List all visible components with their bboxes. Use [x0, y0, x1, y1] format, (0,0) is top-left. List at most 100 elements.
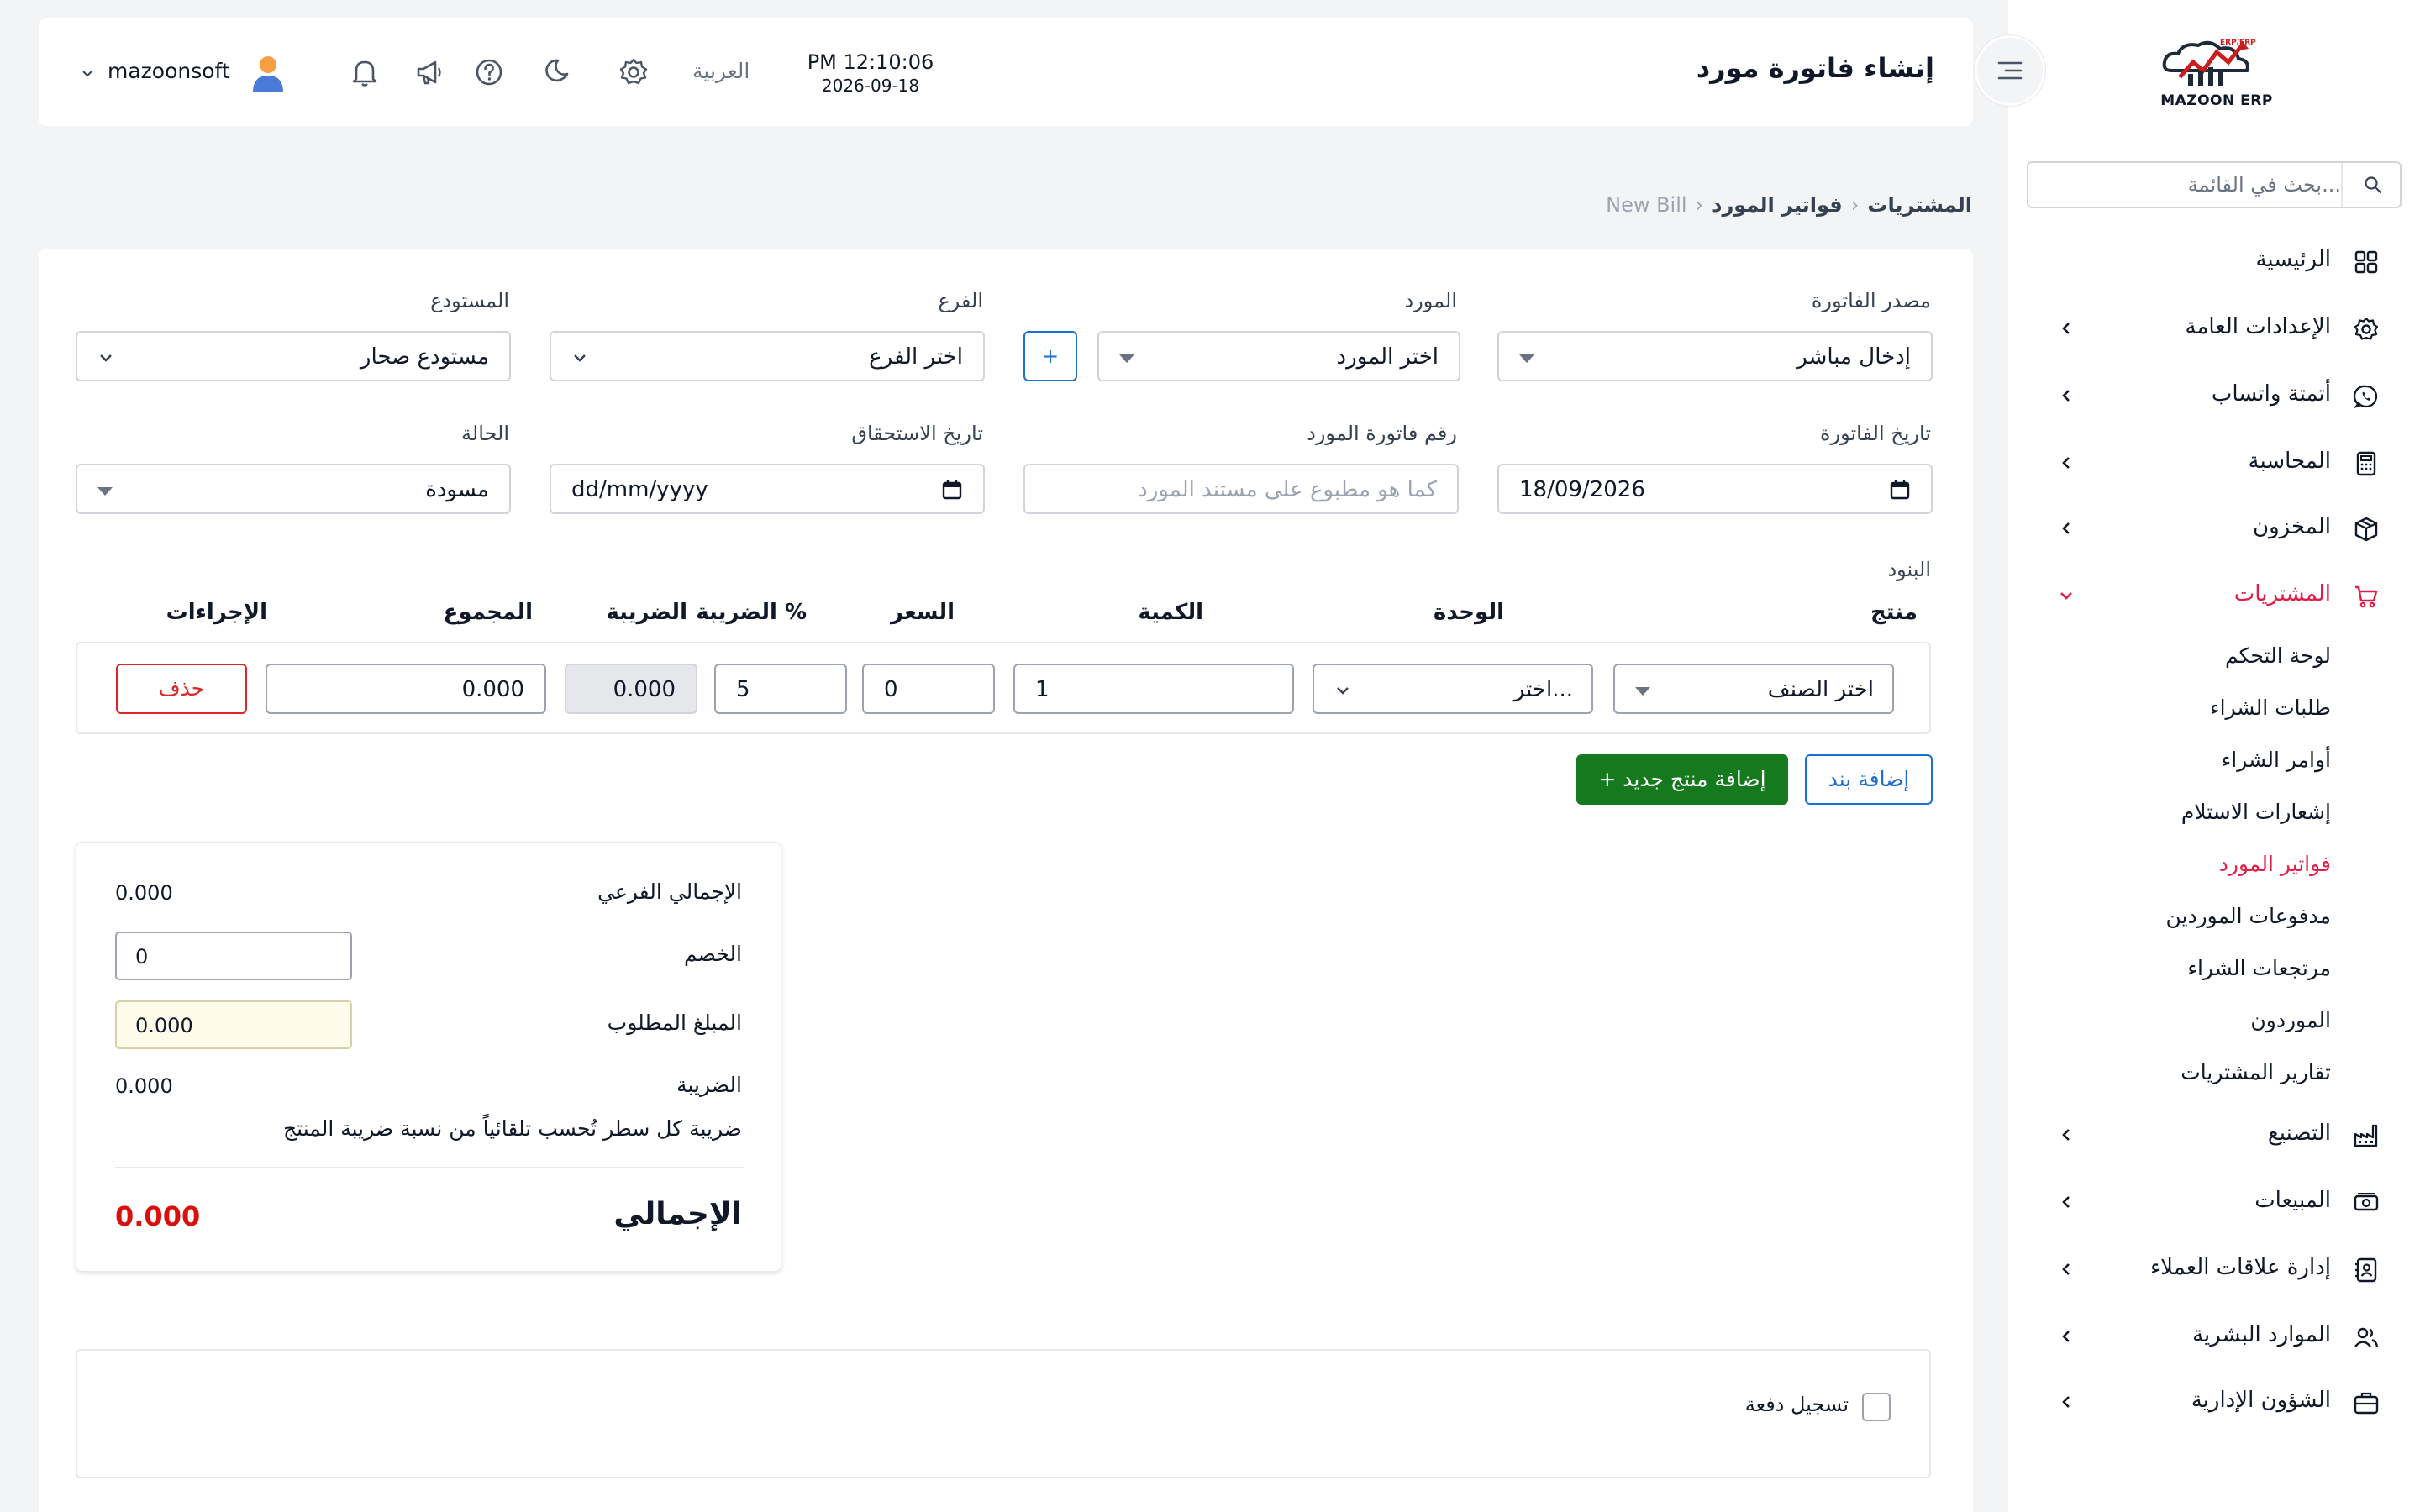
bill-date-input[interactable]: 18/09/2026 [1497, 464, 1933, 514]
calendar-icon[interactable] [941, 479, 963, 501]
status-select[interactable]: مسودة [76, 464, 511, 514]
source-select[interactable]: إدخال مباشر [1497, 331, 1933, 381]
sidebar-item-label: المحاسبة [2248, 449, 2331, 474]
menu-icon [1997, 61, 2023, 80]
logo-graph-icon [2162, 40, 2249, 86]
bill-date-label: تاريخ الفاتورة [1819, 422, 1931, 445]
unit-select[interactable]: اختر... [1313, 664, 1593, 714]
sidebar-subitem-dashboard[interactable]: لوحة التحكم [2225, 643, 2331, 668]
tax-note: ضريبة كل سطر تُحسب تلقائياً من نسبة ضريب… [283, 1116, 742, 1141]
bell-icon[interactable] [348, 55, 381, 89]
caret-down-icon [1119, 354, 1134, 363]
caret-down-icon [1635, 687, 1650, 696]
sidebar-item-label: أتمتة واتساب [2211, 381, 2331, 407]
source-label: مصدر الفاتورة [1811, 289, 1931, 312]
sidebar-item-admin-affairs[interactable]: الشؤون الإدارية [2008, 1378, 2420, 1428]
sidebar-subitem-purchase-reports[interactable]: تقارير المشتريات [2181, 1060, 2331, 1084]
clock-date: 2026-09-18 [821, 76, 920, 96]
col-header-actions: الإجراءات [166, 600, 267, 625]
bill-form-card: مصدر الفاتورة المورد الفرع المستودع إدخا… [39, 249, 1973, 1512]
sidebar-subitem-purchase-returns[interactable]: مرتجعات الشراء [2187, 956, 2331, 980]
status-select-value: مسودة [425, 477, 489, 502]
sidebar-subitem-purchase-orders[interactable]: أوامر الشراء [2222, 748, 2331, 772]
amount-due-label: المبلغ المطلوب [607, 1011, 742, 1035]
amount-due-input[interactable]: 0.000 [115, 1000, 352, 1049]
sidebar-item-inventory[interactable]: المخزون [2008, 504, 2420, 554]
username[interactable]: mazoonsoft [108, 59, 230, 83]
product-select[interactable]: اختر الصنف [1613, 664, 1894, 714]
calculator-icon [2356, 451, 2376, 476]
delete-row-button[interactable]: حذف [116, 664, 247, 714]
search-icon[interactable] [2363, 175, 2383, 195]
tax-percent-input[interactable]: 5 [714, 664, 847, 714]
sidebar-item-hr[interactable]: الموارد البشرية [2008, 1312, 2420, 1362]
tax-percent-value: 5 [736, 677, 750, 702]
dark-mode-moon-icon[interactable] [539, 55, 573, 89]
sidebar-subitem-suppliers[interactable]: الموردون [2250, 1008, 2331, 1032]
discount-input[interactable]: 0 [115, 932, 352, 980]
due-date-label: تاريخ الاستحقاق [851, 422, 983, 445]
sidebar-search[interactable] [2027, 161, 2402, 208]
subtotal-value: 0.000 [115, 881, 173, 905]
cart-icon [2355, 585, 2378, 608]
supplier-bill-number-input[interactable]: كما هو مطبوع على مستند المورد [1023, 464, 1459, 514]
branch-label: الفرع [938, 289, 983, 312]
sidebar-subitem-supplier-bills[interactable]: فواتير المورد [2219, 852, 2331, 876]
chevron-down-icon [100, 354, 112, 362]
sidebar-item-label: إدارة علاقات العملاء [2149, 1255, 2331, 1280]
col-header-unit: الوحدة [1433, 600, 1504, 625]
warehouse-select-value: مستودع صحار [360, 344, 489, 370]
chevron-down-icon[interactable] [81, 67, 94, 81]
add-line-button[interactable]: إضافة بند [1805, 754, 1933, 805]
breadcrumb-current: New Bill [1606, 193, 1687, 217]
add-supplier-button[interactable]: + [1023, 331, 1077, 381]
whatsapp-icon [2353, 385, 2378, 409]
sidebar-item-sales[interactable]: المبيعات [2008, 1178, 2420, 1228]
breadcrumb-root[interactable]: المشتريات [1867, 193, 1972, 217]
line-total-field[interactable]: 0.000 [266, 664, 546, 714]
record-payment-label[interactable]: تسجيل دفعة [1745, 1393, 1849, 1416]
box-icon [2354, 517, 2378, 542]
col-header-tax: الضريبة [606, 600, 687, 625]
sidebar-item-label: المشتريات [2233, 581, 2331, 606]
record-payment-checkbox[interactable] [1862, 1393, 1891, 1421]
language-switch[interactable]: العربية [692, 59, 750, 83]
sidebar-toggle-button[interactable] [1975, 35, 2045, 106]
help-icon[interactable] [472, 55, 506, 89]
sidebar-item-crm[interactable]: إدارة علاقات العملاء [2008, 1245, 2420, 1295]
sidebar-item-purchases[interactable]: المشتريات [2008, 571, 2420, 622]
tax-total-label: الضريبة [676, 1073, 742, 1097]
col-header-total: المجموع [443, 600, 533, 625]
branch-select[interactable]: اختر الفرع [550, 331, 985, 381]
due-date-input[interactable]: dd/mm/yyyy [550, 464, 985, 514]
sidebar-subitem-supplier-payments[interactable]: مدفوعات الموردين [2165, 904, 2331, 928]
sidebar-search-input[interactable] [2055, 170, 2341, 200]
caret-down-icon [97, 487, 113, 496]
price-input[interactable]: 0 [862, 664, 995, 714]
tax-total-value: 0.000 [115, 1074, 173, 1098]
grand-total-label: الإجمالي [613, 1197, 742, 1231]
warehouse-select[interactable]: مستودع صحار [76, 331, 511, 381]
sidebar-item-label: المبيعات [2254, 1188, 2331, 1213]
chevron-left-icon [2062, 1396, 2070, 1408]
qty-input[interactable]: 1 [1013, 664, 1294, 714]
sidebar-item-manufacturing[interactable]: التصنيع [2008, 1110, 2420, 1161]
breadcrumb-separator: ‹ [1695, 193, 1704, 217]
sidebar-subitem-purchase-requests[interactable]: طلبات الشراء [2210, 696, 2331, 720]
branch-select-value: اختر الفرع [869, 344, 963, 370]
brand-logo[interactable]: ERP/ERP MAZOON ERP [2154, 37, 2279, 113]
sidebar-subitem-receipt-notes[interactable]: إشعارات الاستلام [2181, 800, 2331, 824]
avatar[interactable] [247, 52, 289, 94]
megaphone-icon[interactable] [413, 55, 447, 89]
sidebar-item-label: الإعدادات العامة [2185, 314, 2331, 339]
sidebar-item-accounting[interactable]: المحاسبة [2008, 438, 2420, 489]
supplier-bill-number-placeholder: كما هو مطبوع على مستند المورد [1138, 477, 1437, 502]
sidebar-item-home[interactable]: الرئيسية [2008, 237, 2420, 287]
settings-gear-icon[interactable] [617, 55, 650, 89]
add-new-product-button[interactable]: + إضافة منتج جديد [1576, 754, 1788, 805]
sidebar-item-whatsapp[interactable]: أتمتة واتساب [2008, 371, 2420, 422]
sidebar-item-general-settings[interactable]: الإعدادات العامة [2008, 304, 2420, 354]
breadcrumb-section[interactable]: فواتير المورد [1712, 193, 1843, 217]
calendar-icon[interactable] [1889, 479, 1911, 501]
supplier-select[interactable]: اختر المورد [1097, 331, 1460, 381]
